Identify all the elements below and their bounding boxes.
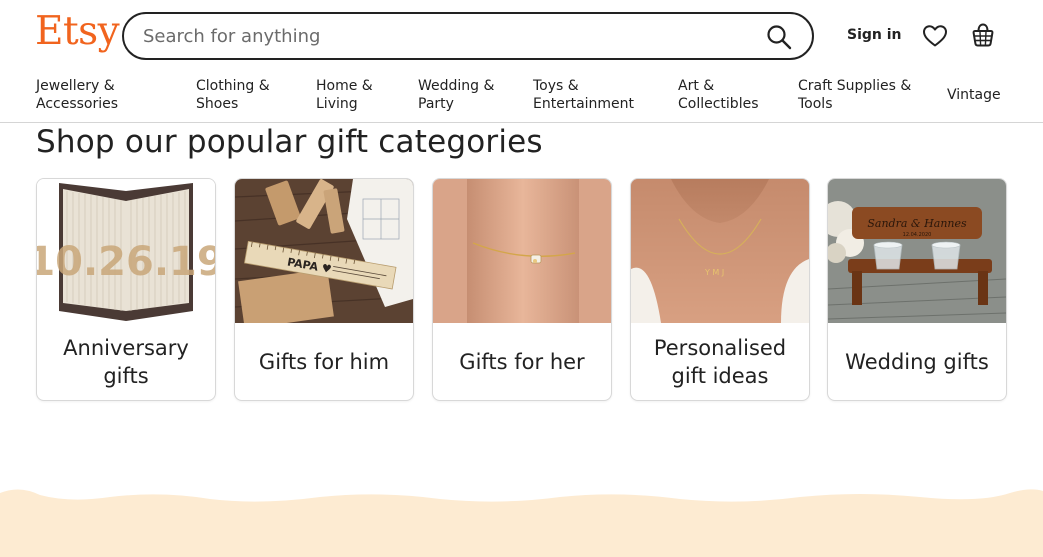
nav-item-label-line2: Tools — [798, 96, 833, 112]
nav-item-label-line1: Wedding & — [418, 78, 495, 94]
search-input[interactable] — [143, 25, 723, 47]
heart-icon[interactable] — [922, 24, 948, 48]
nav-item-wedding-party[interactable]: Wedding & Party — [418, 77, 494, 113]
nav-item-art-collectibles[interactable]: Art & Collectibles — [678, 77, 759, 113]
folded-book-art-image: 10.26.19 — [37, 179, 215, 323]
card-gifts-for-him[interactable]: PAPA ♥ Gifts for him — [234, 178, 414, 401]
nav-item-label-line2: Shoes — [196, 96, 239, 112]
card-label: Personalised gift ideas — [653, 336, 787, 388]
gift-category-cards: 10.26.19 Anniversary gifts PAPA ♥ Gifts … — [36, 178, 1007, 401]
engraved-ruler-image: PAPA ♥ — [235, 179, 413, 323]
nav-item-label-line2: Collectibles — [678, 96, 759, 112]
nav-item-label-line1: Art & — [678, 78, 715, 94]
nav-item-jewellery-accessories[interactable]: Jewellery & Accessories — [36, 77, 118, 113]
svg-text:10.26.19: 10.26.19 — [37, 239, 215, 285]
nav-item-label-line1: Craft Supplies & — [798, 78, 912, 94]
search-bar — [122, 12, 814, 60]
nav-item-label: Vintage — [947, 87, 1001, 103]
card-label: Anniversary gifts — [63, 336, 189, 388]
nav-item-label-line2: Entertainment — [533, 96, 635, 112]
nav-item-label-line1: Clothing & — [196, 78, 270, 94]
card-label: Gifts for her — [459, 350, 585, 374]
nav-item-label-line1: Toys & — [533, 78, 579, 94]
etsy-logo[interactable]: Etsy — [35, 12, 120, 51]
category-nav: Jewellery & Accessories Clothing & Shoes… — [0, 74, 1043, 123]
card-gifts-for-her[interactable]: Gifts for her — [432, 178, 612, 401]
nav-item-label-line1: Home & — [316, 78, 373, 94]
section-title: Shop our popular gift categories — [36, 124, 543, 160]
card-label: Gifts for him — [258, 350, 390, 374]
nav-item-label-line2: Party — [418, 96, 454, 112]
nav-item-label-line2: Accessories — [36, 96, 119, 112]
nav-item-label-line1: Jewellery & — [36, 78, 115, 94]
ankle-bracelet-image — [433, 179, 611, 323]
footer-wave-decoration — [0, 489, 1043, 557]
site-header: Etsy Sign in — [0, 0, 1043, 72]
search-icon[interactable] — [766, 24, 792, 50]
name-necklace-image: Y M J — [631, 179, 809, 323]
card-personalised-gift-ideas[interactable]: Y M J Personalised gift ideas — [630, 178, 810, 401]
nav-item-clothing-shoes[interactable]: Clothing & Shoes — [196, 77, 270, 113]
sign-in-link[interactable]: Sign in — [847, 27, 902, 43]
card-wedding-gifts[interactable]: Sandra & Hannes 12.04.2020 Wedding gifts — [827, 178, 1007, 401]
svg-text:Sandra & Hannes: Sandra & Hannes — [867, 217, 967, 230]
svg-text:Y M J: Y M J — [704, 268, 724, 277]
card-anniversary-gifts[interactable]: 10.26.19 Anniversary gifts — [36, 178, 216, 401]
card-label: Wedding gifts — [845, 350, 989, 374]
nav-item-toys-entertainment[interactable]: Toys & Entertainment — [533, 77, 634, 113]
nav-item-vintage[interactable]: Vintage — [947, 86, 1001, 104]
svg-text:12.04.2020: 12.04.2020 — [903, 232, 932, 238]
nav-item-label-line2: Living — [316, 96, 358, 112]
engraved-shot-glass-stand-image: Sandra & Hannes 12.04.2020 — [828, 179, 1006, 323]
nav-item-craft-supplies-tools[interactable]: Craft Supplies & Tools — [798, 77, 911, 113]
nav-item-home-living[interactable]: Home & Living — [316, 77, 373, 113]
basket-icon[interactable] — [970, 22, 996, 48]
